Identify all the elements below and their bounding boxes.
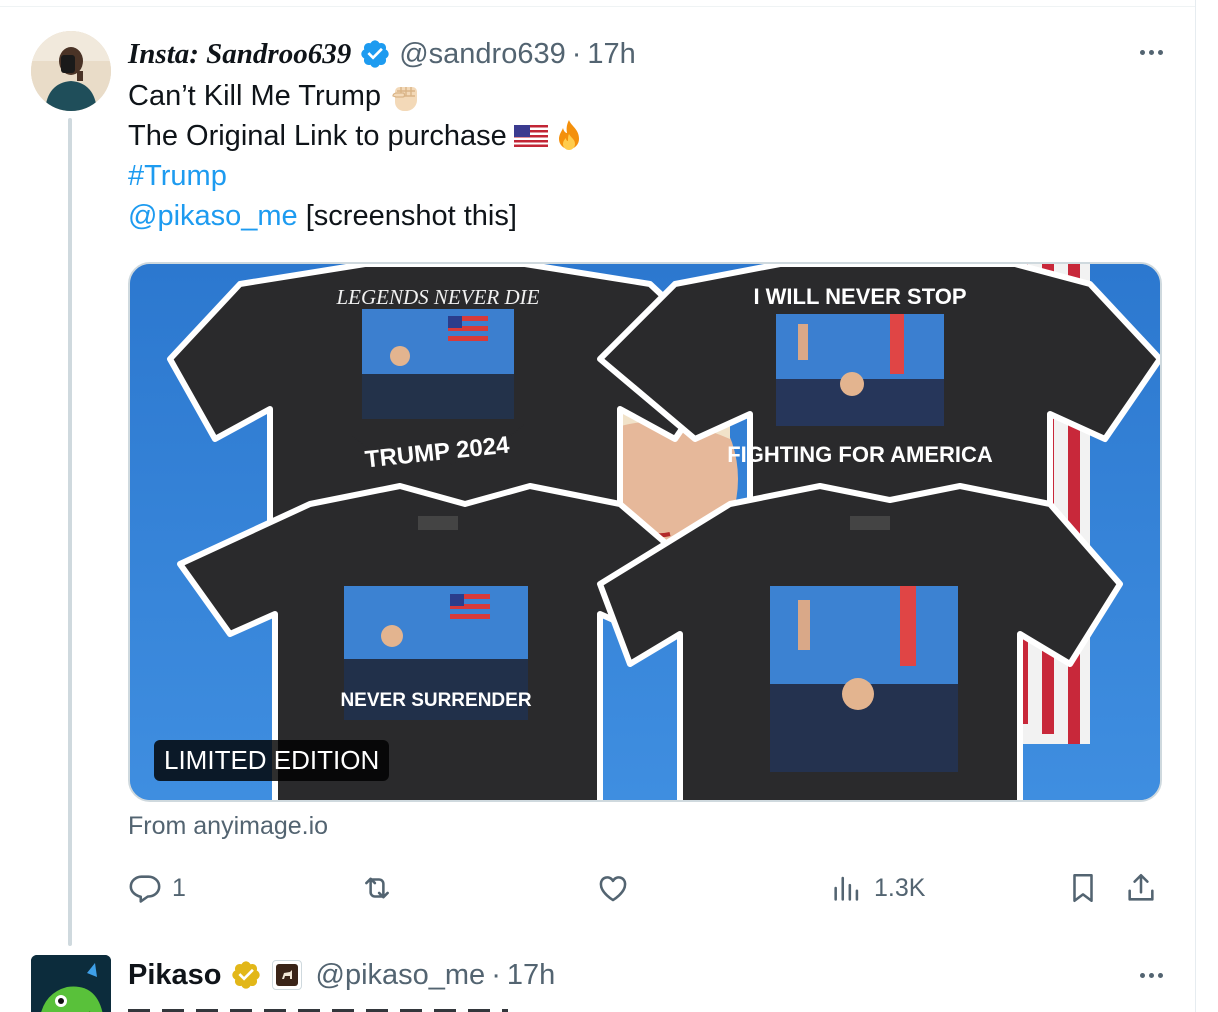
shirt-text: I WILL NEVER STOP [753, 284, 966, 309]
tweet-header: Insta: Sandroo639 @sandro639 · 17h [128, 34, 636, 74]
reply-icon [129, 875, 161, 903]
divider [0, 6, 1196, 7]
share-button[interactable] [1124, 864, 1158, 912]
raised-fist-emoji [392, 87, 418, 111]
bookmark-button[interactable] [1066, 864, 1100, 912]
tweet-line: Can’t Kill Me Trump [128, 80, 382, 112]
bookmark-icon [1073, 873, 1093, 903]
author-display-name[interactable]: Insta: Sandroo639 [128, 38, 351, 71]
fire-emoji [558, 120, 579, 150]
gold-verified-badge-icon[interactable] [230, 959, 262, 991]
shirt-text: FIGHTING FOR AMERICA [727, 442, 993, 467]
next-tweet-header: Pikaso @pikaso_me · 17h [128, 955, 555, 995]
us-flag-emoji [513, 125, 548, 147]
pikaso-handle[interactable]: @pikaso_me [316, 959, 486, 992]
truncated-tweet-text [128, 1004, 528, 1012]
retweet-icon [365, 877, 389, 899]
limited-edition-badge: LIMITED EDITION [154, 740, 390, 781]
shirt-text: LEGENDS NEVER DIE [336, 285, 540, 309]
reply-button[interactable]: 1 [128, 864, 186, 912]
verified-badge-icon[interactable] [359, 38, 391, 70]
tweet-body: Can’t Kill Me Trump The Original Link to… [128, 76, 587, 236]
more-icon[interactable] [1134, 958, 1168, 992]
reply-count: 1 [172, 873, 186, 902]
timeline: Insta: Sandroo639 @sandro639 · 17h Can’t… [0, 0, 1218, 1012]
author-handle[interactable]: @sandro639 [399, 38, 566, 71]
affiliate-badge-icon[interactable] [271, 960, 302, 990]
thread-connector [68, 118, 72, 946]
like-icon [599, 876, 627, 902]
retweet-button[interactable] [360, 864, 394, 912]
author-avatar[interactable] [31, 31, 111, 111]
tweet-media-card[interactable]: LEGENDS NEVER DIE TRUMP 2024 I WILL NEVE… [128, 262, 1162, 802]
shirt-text: NEVER SURRENDER [340, 690, 531, 711]
mention-link[interactable]: @pikaso_me [128, 196, 298, 236]
view-count: 1.3K [874, 873, 926, 902]
hashtag-link[interactable]: #Trump [128, 156, 227, 196]
media-image: LEGENDS NEVER DIE TRUMP 2024 I WILL NEVE… [130, 264, 1160, 800]
tweet-line: [screenshot this] [297, 200, 517, 232]
tweet-actions: 1 1.3K [128, 864, 1162, 912]
like-button[interactable] [596, 864, 630, 912]
timestamp[interactable]: 17h [507, 959, 555, 992]
views-icon [834, 876, 859, 901]
tweet-line: The Original Link to purchase [128, 120, 507, 152]
media-source[interactable]: From anyimage.io [128, 812, 328, 841]
pikaso-avatar[interactable] [31, 955, 111, 1012]
separator: · [571, 37, 582, 70]
more-icon[interactable] [1134, 35, 1168, 69]
views-button[interactable]: 1.3K [830, 864, 925, 912]
separator: · [491, 958, 501, 991]
column-border [1195, 0, 1196, 1012]
pikaso-display-name[interactable]: Pikaso [128, 959, 222, 992]
share-icon [1128, 873, 1154, 901]
timestamp[interactable]: 17h [587, 38, 635, 71]
